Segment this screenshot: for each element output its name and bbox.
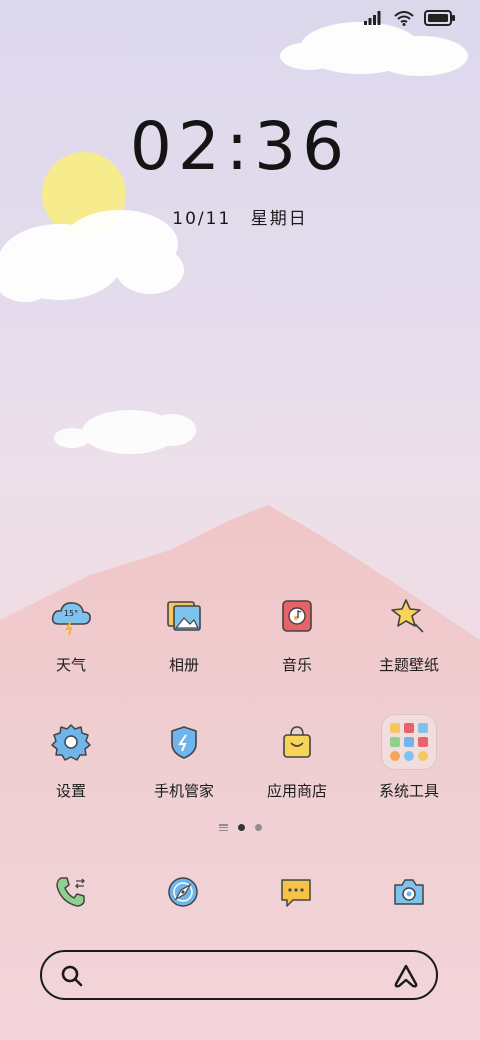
mini-app-icon xyxy=(390,751,400,761)
phone-icon[interactable] xyxy=(39,870,103,914)
date-display[interactable]: 10/11 星期日 xyxy=(0,204,480,229)
battery-icon xyxy=(424,10,455,26)
weather-temp: 15° xyxy=(64,609,78,618)
camera-icon[interactable] xyxy=(377,870,441,914)
mini-app-icon xyxy=(390,737,400,747)
app-themes[interactable]: 主题壁纸 xyxy=(349,584,469,675)
mini-app-icon xyxy=(404,723,414,733)
mini-app-icon xyxy=(404,751,414,761)
search-icon[interactable] xyxy=(60,964,84,988)
app-phone-manager[interactable]: 手机管家 xyxy=(124,710,244,801)
page-indicator[interactable] xyxy=(0,824,480,831)
clock-time[interactable]: 02:36 xyxy=(0,108,480,185)
menu-lines-icon xyxy=(218,824,228,831)
date-weekday: 星期日 xyxy=(250,209,308,229)
system-tools-folder-icon xyxy=(377,710,441,774)
app-label: 相册 xyxy=(168,656,199,674)
browser-icon[interactable] xyxy=(151,870,215,914)
app-store-icon xyxy=(265,710,329,774)
page-dot-active[interactable] xyxy=(237,824,245,831)
messages-icon[interactable] xyxy=(264,870,328,914)
date-day: 10/11 xyxy=(172,209,232,229)
app-label: 手机管家 xyxy=(153,782,214,800)
app-label: 音乐 xyxy=(281,656,312,674)
app-settings[interactable]: 设置 xyxy=(11,710,131,801)
app-label: 主题壁纸 xyxy=(378,656,439,674)
mini-app-icon xyxy=(404,737,414,747)
app-label: 设置 xyxy=(55,782,86,800)
signal-icon xyxy=(364,11,381,25)
assistant-icon[interactable] xyxy=(392,963,420,989)
app-label: 应用商店 xyxy=(266,782,327,800)
app-music[interactable]: 音乐 xyxy=(237,584,357,675)
settings-icon xyxy=(39,710,103,774)
status-bar xyxy=(364,10,456,26)
mini-app-icon xyxy=(418,723,428,733)
app-store[interactable]: 应用商店 xyxy=(237,710,357,801)
app-weather[interactable]: 15° 天气 xyxy=(11,584,131,675)
cloud-mid xyxy=(54,410,196,454)
mini-app-icon xyxy=(390,723,400,733)
wifi-icon xyxy=(394,10,414,26)
cloud-top-right xyxy=(280,22,468,76)
gallery-icon xyxy=(152,584,216,648)
phone-manager-icon xyxy=(152,710,216,774)
mini-app-icon xyxy=(418,737,428,747)
folder-system-tools[interactable]: 系统工具 xyxy=(349,710,469,801)
music-icon xyxy=(265,584,329,648)
app-label: 系统工具 xyxy=(378,782,439,800)
search-bar[interactable] xyxy=(40,950,438,1000)
mini-app-icon xyxy=(418,751,428,761)
page-dot[interactable] xyxy=(254,824,262,831)
weather-icon: 15° xyxy=(39,584,103,648)
app-gallery[interactable]: 相册 xyxy=(124,584,244,675)
themes-icon xyxy=(377,584,441,648)
app-label: 天气 xyxy=(55,656,86,674)
